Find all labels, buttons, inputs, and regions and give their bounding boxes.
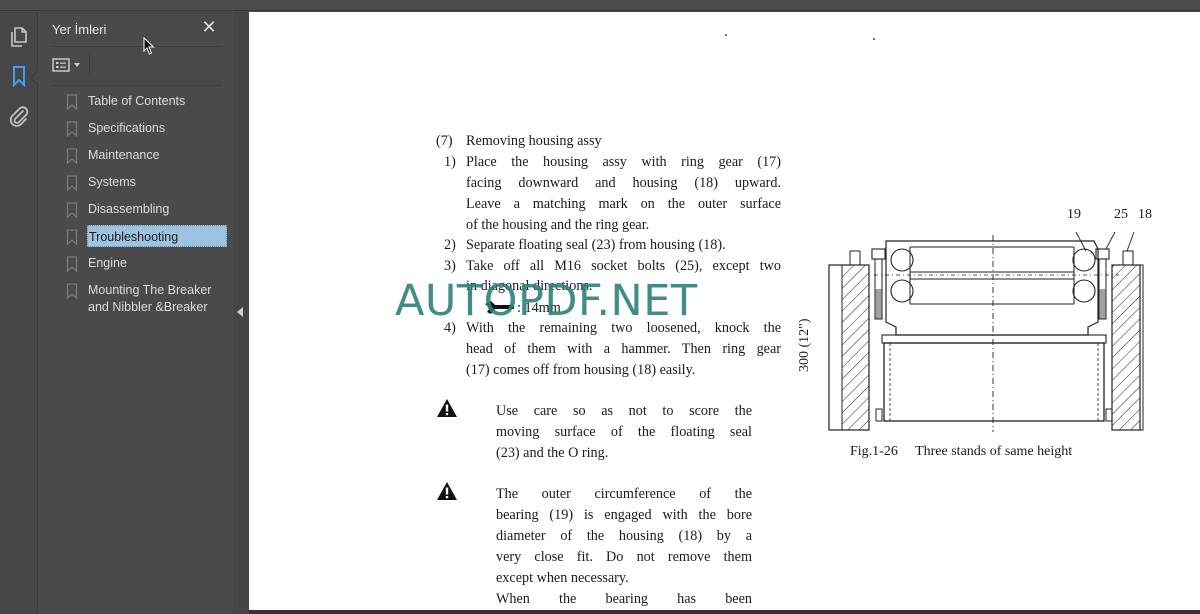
bookmark-label: Systems <box>88 175 136 189</box>
bookmark-icon <box>66 121 78 137</box>
figure-drawing <box>828 231 1144 432</box>
callout-label: 25 <box>1114 207 1128 222</box>
warning-text: bearing (19) is engaged with the bore <box>496 507 752 523</box>
document-page: (7) Removing housing assy 1) Place the h… <box>249 12 1200 610</box>
step-text: Leave a matching mark on the outer surfa… <box>466 196 781 212</box>
callout-label: 19 <box>1067 207 1081 222</box>
step-number: 2) <box>444 237 456 253</box>
callout-label: 18 <box>1138 207 1152 222</box>
top-toolbar <box>0 0 1200 11</box>
warning-icon <box>437 399 457 417</box>
bookmark-icon <box>66 229 78 245</box>
bookmark-item[interactable]: Table of Contents <box>39 92 233 119</box>
active-pointer-icon <box>30 70 39 86</box>
step-text: of the housing and the ring gear. <box>466 217 650 233</box>
warning-text: When the bearing has been <box>496 591 752 607</box>
step-text: Take off all M16 socket bolts (25), exce… <box>466 258 781 274</box>
bookmark-label: Table of Contents <box>88 94 186 108</box>
step-number: 3) <box>444 258 456 274</box>
pages-icon[interactable] <box>8 26 30 48</box>
warning-text: (23) and the O ring. <box>496 445 609 461</box>
panel-title: Yer İmleri <box>52 22 107 37</box>
bookmark-icon[interactable] <box>8 65 30 87</box>
bookmark-label: Specifications <box>88 121 166 135</box>
bookmark-item[interactable]: Engine <box>39 254 233 281</box>
warning-text: The outer circumference of the <box>496 486 752 502</box>
bookmark-icon <box>66 283 78 299</box>
divider <box>89 52 90 76</box>
bookmark-options-button[interactable] <box>52 56 84 74</box>
bookmark-icon <box>66 94 78 110</box>
scan-speck <box>725 34 727 36</box>
step-text: Separate floating seal (23) from housing… <box>466 237 726 253</box>
step-number: 1) <box>444 154 456 170</box>
warning-text: Use care so as not to score the <box>496 403 752 419</box>
warning-text: except when necessary. <box>496 570 629 586</box>
right-stand <box>1111 264 1141 431</box>
warning-text: moving surface of the floating seal <box>496 424 752 440</box>
bookmark-icon <box>66 202 78 218</box>
bookmark-icon <box>66 256 78 272</box>
warning-text: very close fit. Do not remove them <box>496 549 752 565</box>
close-panel-button[interactable]: ✕ <box>201 18 217 36</box>
section-title: Removing housing assy <box>466 133 602 149</box>
bookmark-item[interactable]: Maintenance <box>39 146 233 173</box>
step-text: head of them with a hammer. Then ring ge… <box>466 341 781 357</box>
collapse-panel-handle[interactable] <box>233 12 249 614</box>
bookmark-item[interactable]: Mounting The Breaker and Nibbler &Breake… <box>39 281 233 321</box>
bookmark-label: Maintenance <box>88 148 160 162</box>
step-text: facing downward and housing (18) upward. <box>466 175 781 191</box>
bottom-edge <box>249 610 1200 614</box>
bookmark-label: Mounting The Breaker and Nibbler &Breake… <box>88 283 212 314</box>
section-number: (7) <box>436 133 453 149</box>
bookmark-icon <box>66 175 78 191</box>
scan-speck <box>873 38 875 40</box>
bookmark-label: Troubleshooting <box>87 225 227 247</box>
attachment-icon[interactable] <box>8 105 30 127</box>
list-options-icon <box>52 58 70 72</box>
bookmark-label: Engine <box>88 256 127 270</box>
bookmark-item[interactable]: Specifications <box>39 119 233 146</box>
step-text: (17) comes off from housing (18) easily. <box>466 362 696 378</box>
divider <box>52 85 222 86</box>
chevron-down-icon <box>74 63 80 67</box>
bookmark-list: Table of Contents Specifications Mainten… <box>39 92 233 321</box>
figure-number: Fig.1-26 <box>850 444 898 459</box>
divider <box>52 46 222 47</box>
bookmark-item-selected[interactable]: Troubleshooting <box>39 225 233 254</box>
bookmark-item[interactable]: Disassembling <box>39 200 233 227</box>
dimension-label: 300 (12") <box>797 318 812 372</box>
figure-caption: Fig.1-26 Three stands of same height <box>850 444 1072 460</box>
mouse-cursor-icon <box>143 37 155 55</box>
chevron-left-icon <box>237 307 243 317</box>
bookmark-item[interactable]: Systems <box>39 173 233 200</box>
watermark: AUTOPDF.NET <box>395 276 698 326</box>
warning-text: diameter of the housing (18) by a <box>496 528 752 544</box>
bookmark-icon <box>66 148 78 164</box>
warning-icon <box>437 482 457 500</box>
navigation-icon-rail <box>0 12 39 614</box>
step-text: Place the housing assy with ring gear (1… <box>466 154 781 170</box>
bookmark-label: Disassembling <box>88 202 170 216</box>
bookmarks-panel: Yer İmleri ✕ Table of Contents Specifica… <box>39 12 233 614</box>
figure-caption-text: Three stands of same height <box>915 444 1073 459</box>
